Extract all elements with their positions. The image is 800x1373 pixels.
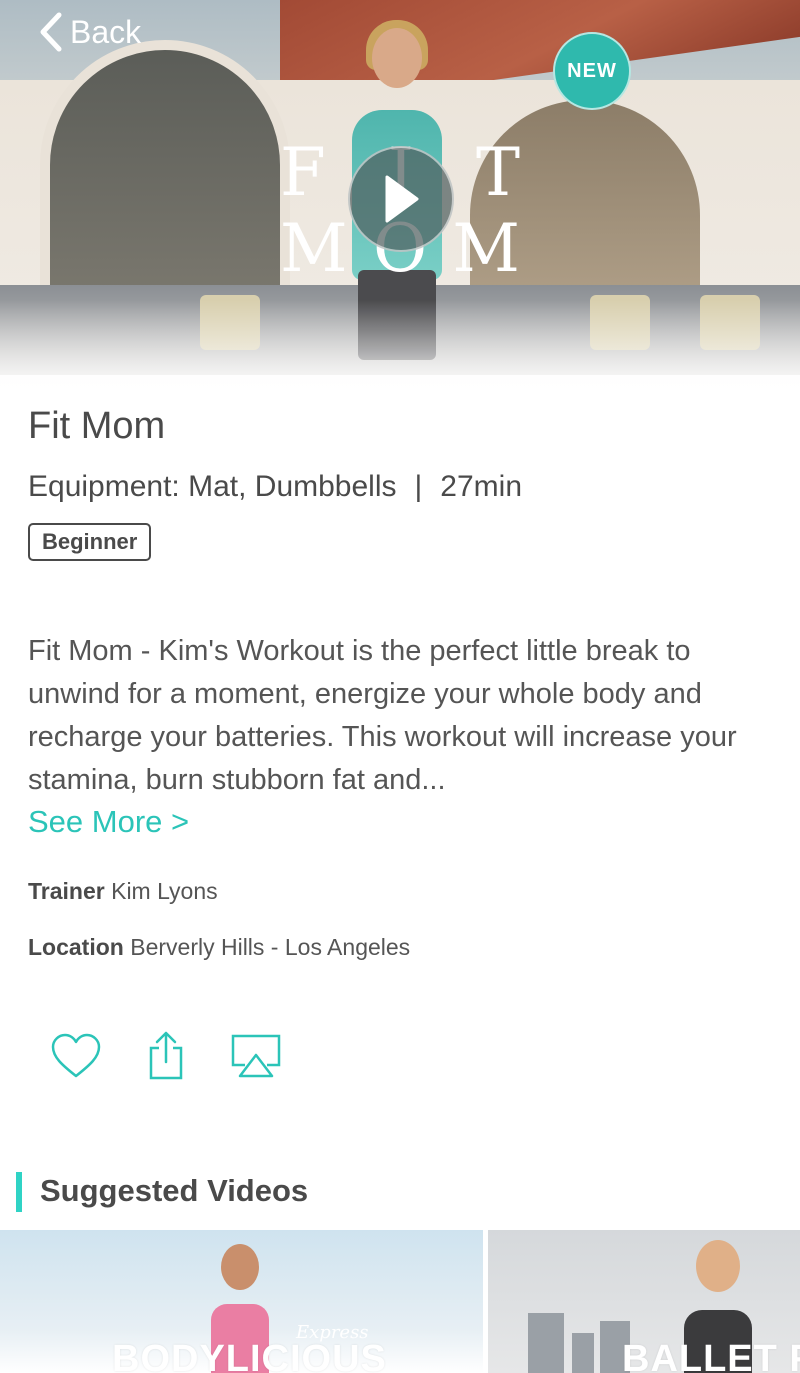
back-label: Back	[70, 13, 142, 50]
workout-description: Fit Mom - Kim's Workout is the perfect l…	[28, 635, 737, 796]
trainer-name: Kim Lyons	[111, 878, 218, 904]
location-info: Location Berverly Hills - Los Angeles	[28, 934, 410, 961]
play-button[interactable]	[348, 146, 454, 252]
workout-meta: Equipment: Mat, Dumbbells | 27min	[28, 470, 522, 504]
airplay-button[interactable]	[230, 1030, 282, 1082]
suggested-video-card[interactable]: BALLET F	[488, 1230, 800, 1373]
trainer-head	[372, 28, 422, 88]
suggested-video-card[interactable]: Express BODYLICIOUS	[0, 1230, 483, 1373]
favorite-button[interactable]	[50, 1030, 102, 1082]
share-button[interactable]	[140, 1030, 192, 1082]
location-name: Berverly Hills - Los Angeles	[130, 934, 411, 960]
logo-letter: F	[280, 134, 326, 211]
location-label: Location	[28, 934, 124, 960]
equipment-text: Equipment: Mat, Dumbbells	[28, 470, 397, 503]
hero-fade	[0, 300, 800, 400]
duration-text: 27min	[440, 470, 523, 503]
action-bar	[50, 1030, 282, 1082]
meta-separator: |	[414, 470, 423, 503]
see-more-link[interactable]: See More >	[28, 804, 189, 840]
thumbnail-head	[696, 1240, 740, 1292]
airplay-icon	[231, 1034, 281, 1078]
play-icon	[385, 175, 419, 223]
skyline-building	[528, 1313, 564, 1373]
back-button[interactable]: Back	[38, 12, 141, 52]
trainer-info: Trainer Kim Lyons	[28, 878, 218, 905]
new-badge: NEW	[553, 32, 631, 110]
level-badge: Beginner	[28, 523, 152, 561]
trainer-label: Trainer	[28, 878, 105, 904]
suggested-videos-heading: Suggested Videos	[40, 1173, 309, 1208]
chevron-left-icon	[40, 12, 62, 52]
section-accent-bar	[16, 1172, 22, 1212]
logo-letter: M	[280, 210, 348, 287]
skyline-building	[572, 1333, 594, 1373]
logo-letter: M	[452, 210, 520, 287]
logo-letter: T	[475, 134, 520, 211]
thumbnail-title: BODYLICIOUS	[112, 1338, 387, 1373]
workout-title: Fit Mom	[28, 405, 166, 447]
thumbnail-title: BALLET F	[622, 1338, 800, 1373]
heart-icon	[51, 1033, 101, 1078]
share-icon	[149, 1031, 183, 1080]
thumbnail-head	[221, 1244, 259, 1290]
